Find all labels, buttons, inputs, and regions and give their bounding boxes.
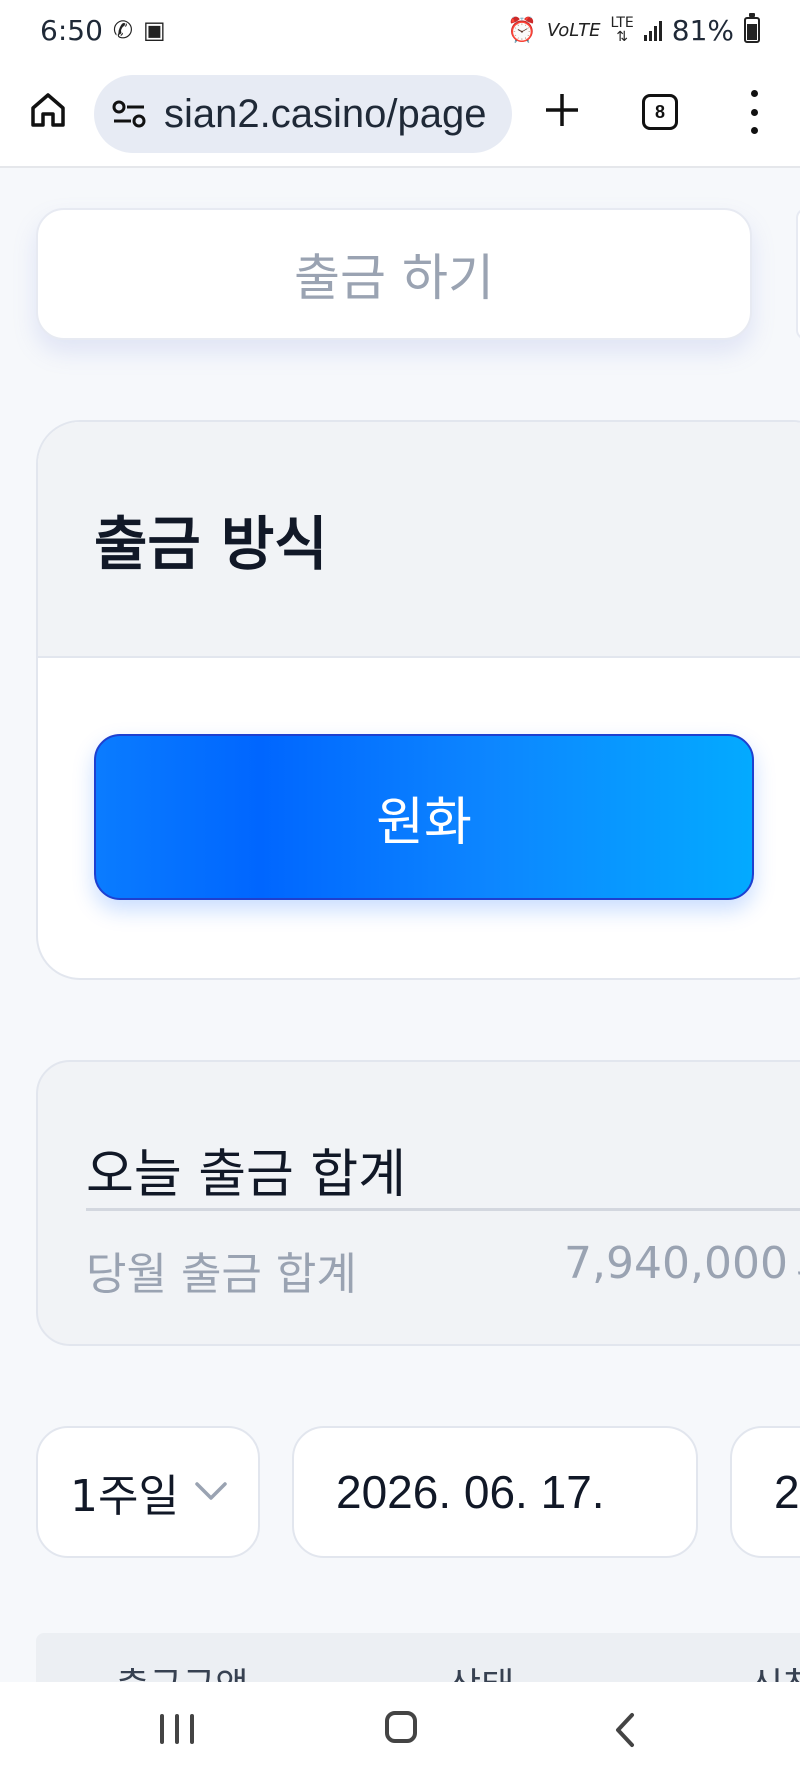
- table-header-date: 신청: [750, 1657, 800, 1682]
- end-date-field[interactable]: 2: [730, 1426, 800, 1558]
- end-date-value: 2: [774, 1466, 800, 1518]
- recent-apps-icon[interactable]: [160, 1714, 194, 1746]
- period-value: 1주일: [70, 1471, 179, 1522]
- battery-percent: 81%: [671, 13, 734, 47]
- status-bar: 6:50 ✆ ▣ ⏰ VoLTE LTE ⇅ 81%: [0, 0, 800, 60]
- network-type: LTE ⇅: [610, 15, 634, 45]
- battery-icon: [744, 13, 760, 43]
- home-icon[interactable]: [28, 90, 68, 130]
- table-header-status: 상태: [448, 1657, 514, 1682]
- page-content: 출금 하기 출금 방식 원화 오늘 출금 합계 당월 출금 합계 7,940,0…: [0, 168, 800, 1682]
- chevron-down-icon: [195, 1482, 227, 1500]
- withdraw-method-title: 출금 방식: [94, 510, 328, 578]
- home-nav-icon[interactable]: [385, 1711, 417, 1743]
- next-card-edge: [796, 208, 800, 340]
- volte-icon: VoLTE: [547, 19, 601, 41]
- withdraw-button-label: 출금 하기: [294, 249, 494, 307]
- status-left: 6:50 ✆ ▣: [40, 14, 166, 47]
- withdraw-button[interactable]: 출금 하기: [36, 208, 752, 340]
- plus-icon[interactable]: [542, 90, 582, 130]
- system-nav-bar: [0, 1682, 800, 1778]
- month-total-value: 7,940,000: [564, 1238, 788, 1289]
- method-option-krw[interactable]: 원화: [94, 734, 754, 900]
- table-header: 출금금액 상태 신청: [36, 1633, 800, 1682]
- tune-icon[interactable]: [112, 99, 146, 129]
- today-total-title: 오늘 출금 합계: [86, 1145, 407, 1205]
- notification-icon: ✆: [112, 16, 133, 44]
- month-total-unit: 원: [796, 1238, 800, 1302]
- browser-toolbar: sian2.casino/page 8: [0, 60, 800, 168]
- method-option-label: 원화: [376, 792, 472, 853]
- alarm-icon: ⏰: [507, 16, 538, 44]
- period-select[interactable]: 1주일: [36, 1426, 260, 1558]
- address-bar[interactable]: sian2.casino/page: [94, 75, 512, 153]
- more-vert-icon[interactable]: [740, 90, 768, 134]
- table-header-amount: 출금금액: [116, 1657, 248, 1682]
- screenshot-icon: ▣: [143, 16, 166, 44]
- start-date-field[interactable]: 2026. 06. 17.: [292, 1426, 698, 1558]
- status-time: 6:50: [40, 13, 103, 47]
- status-right: ⏰ VoLTE LTE ⇅ 81%: [507, 13, 760, 47]
- month-total-label: 당월 출금 합계: [86, 1249, 357, 1300]
- back-icon[interactable]: [610, 1712, 640, 1748]
- start-date-value: 2026. 06. 17.: [336, 1466, 605, 1518]
- tab-switcher-button[interactable]: 8: [642, 94, 678, 130]
- withdraw-total-panel: 오늘 출금 합계 당월 출금 합계 7,940,000 원: [36, 1060, 800, 1346]
- signal-icon: [643, 19, 662, 41]
- withdraw-method-header: 출금 방식: [38, 422, 800, 658]
- withdraw-method-panel: 출금 방식 원화: [36, 420, 800, 980]
- url-text: sian2.casino/page: [164, 91, 487, 136]
- divider: [86, 1208, 800, 1211]
- tab-count: 8: [654, 101, 665, 122]
